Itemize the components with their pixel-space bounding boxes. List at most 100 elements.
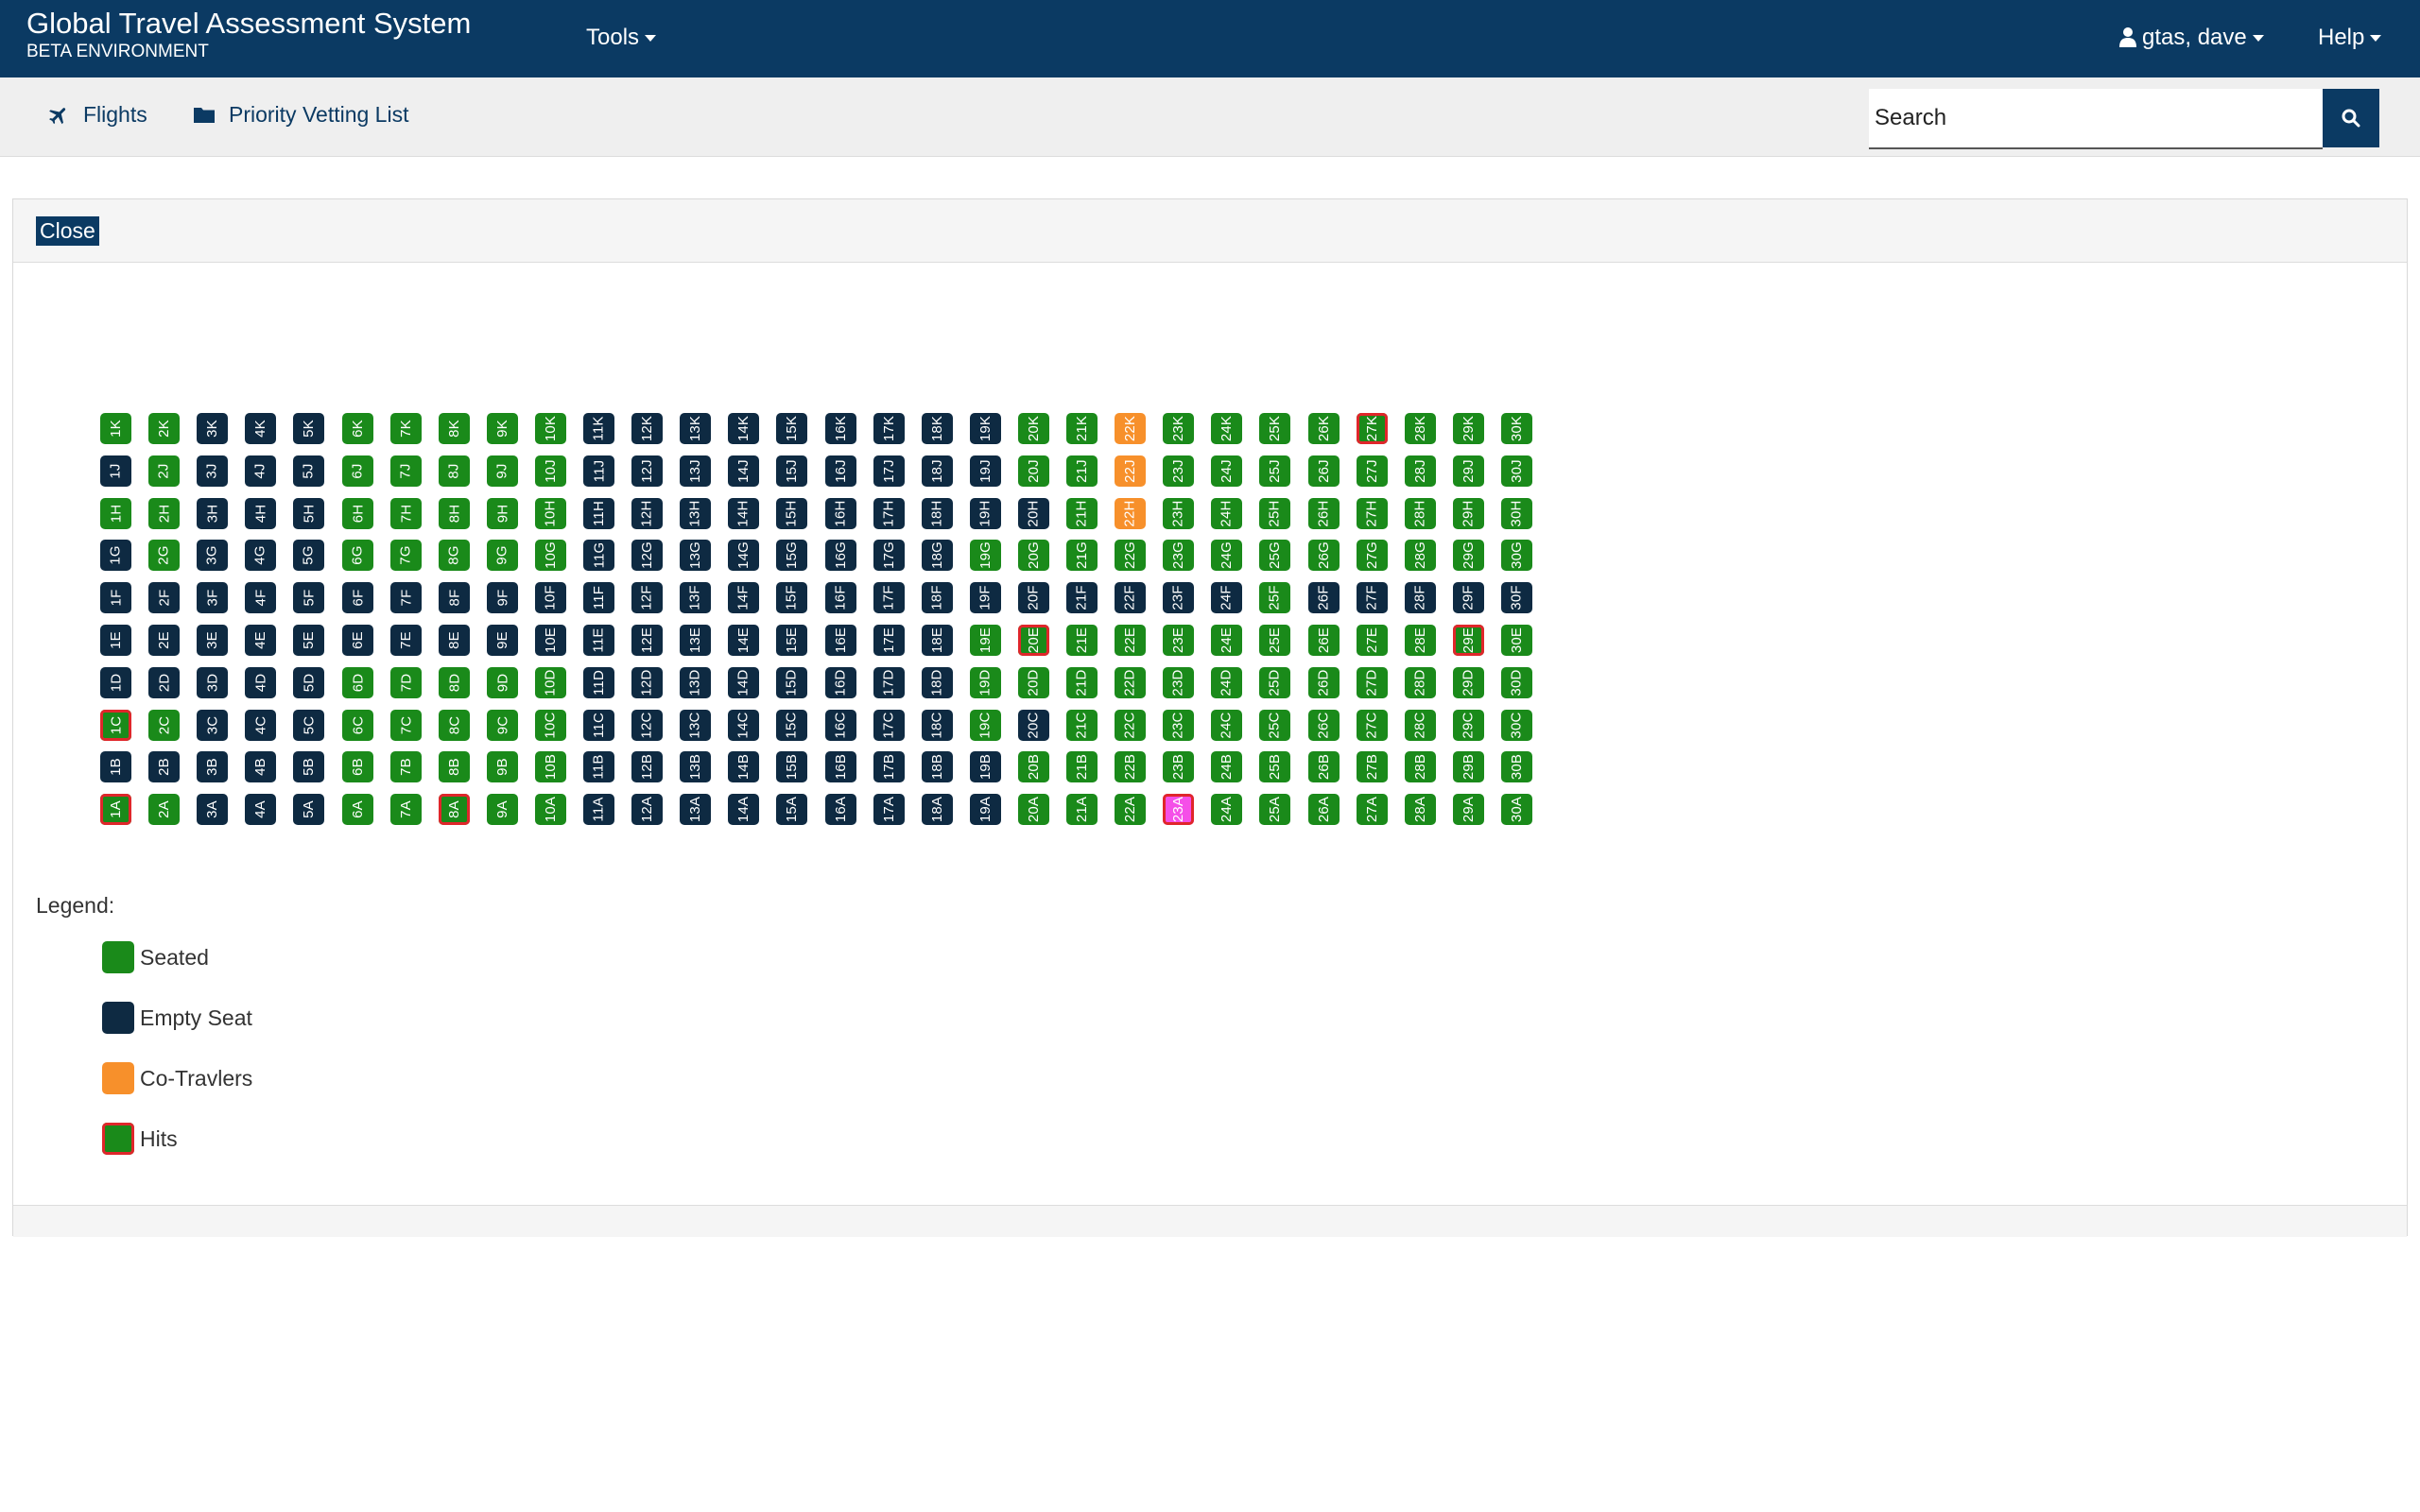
seat-24G[interactable]: 24G bbox=[1211, 540, 1242, 571]
search-input[interactable] bbox=[1869, 89, 2323, 149]
seat-2B[interactable]: 2B bbox=[148, 751, 180, 782]
seat-9K[interactable]: 9K bbox=[487, 413, 518, 444]
seat-11K[interactable]: 11K bbox=[583, 413, 614, 444]
seat-30K[interactable]: 30K bbox=[1501, 413, 1532, 444]
seat-12H[interactable]: 12H bbox=[631, 498, 663, 529]
seat-19G[interactable]: 19G bbox=[970, 540, 1001, 571]
seat-10J[interactable]: 10J bbox=[535, 455, 566, 487]
seat-29D[interactable]: 29D bbox=[1453, 667, 1484, 698]
seat-12J[interactable]: 12J bbox=[631, 455, 663, 487]
seat-16B[interactable]: 16B bbox=[825, 751, 856, 782]
seat-19C[interactable]: 19C bbox=[970, 710, 1001, 741]
seat-18C[interactable]: 18C bbox=[922, 710, 953, 741]
seat-4F[interactable]: 4F bbox=[245, 582, 276, 613]
seat-18F[interactable]: 18F bbox=[922, 582, 953, 613]
seat-5C[interactable]: 5C bbox=[293, 710, 324, 741]
seat-19F[interactable]: 19F bbox=[970, 582, 1001, 613]
seat-16D[interactable]: 16D bbox=[825, 667, 856, 698]
seat-1K[interactable]: 1K bbox=[100, 413, 131, 444]
seat-5H[interactable]: 5H bbox=[293, 498, 324, 529]
seat-21D[interactable]: 21D bbox=[1066, 667, 1098, 698]
seat-3C[interactable]: 3C bbox=[197, 710, 228, 741]
seat-29J[interactable]: 29J bbox=[1453, 455, 1484, 487]
seat-25B[interactable]: 25B bbox=[1259, 751, 1290, 782]
seat-19D[interactable]: 19D bbox=[970, 667, 1001, 698]
seat-27E[interactable]: 27E bbox=[1357, 625, 1388, 656]
seat-5E[interactable]: 5E bbox=[293, 625, 324, 656]
seat-8H[interactable]: 8H bbox=[439, 498, 470, 529]
seat-16G[interactable]: 16G bbox=[825, 540, 856, 571]
seat-8E[interactable]: 8E bbox=[439, 625, 470, 656]
seat-2F[interactable]: 2F bbox=[148, 582, 180, 613]
seat-25C[interactable]: 25C bbox=[1259, 710, 1290, 741]
seat-18K[interactable]: 18K bbox=[922, 413, 953, 444]
seat-24B[interactable]: 24B bbox=[1211, 751, 1242, 782]
seat-15D[interactable]: 15D bbox=[776, 667, 807, 698]
seat-28G[interactable]: 28G bbox=[1405, 540, 1436, 571]
seat-10K[interactable]: 10K bbox=[535, 413, 566, 444]
seat-17G[interactable]: 17G bbox=[873, 540, 905, 571]
seat-19H[interactable]: 19H bbox=[970, 498, 1001, 529]
seat-25J[interactable]: 25J bbox=[1259, 455, 1290, 487]
priority-vetting-link[interactable]: Priority Vetting List bbox=[193, 102, 408, 128]
seat-28B[interactable]: 28B bbox=[1405, 751, 1436, 782]
seat-13D[interactable]: 13D bbox=[680, 667, 711, 698]
seat-6H[interactable]: 6H bbox=[342, 498, 373, 529]
seat-18D[interactable]: 18D bbox=[922, 667, 953, 698]
seat-15F[interactable]: 15F bbox=[776, 582, 807, 613]
seat-25H[interactable]: 25H bbox=[1259, 498, 1290, 529]
seat-27G[interactable]: 27G bbox=[1357, 540, 1388, 571]
seat-11C[interactable]: 11C bbox=[583, 710, 614, 741]
seat-17F[interactable]: 17F bbox=[873, 582, 905, 613]
seat-12K[interactable]: 12K bbox=[631, 413, 663, 444]
seat-9D[interactable]: 9D bbox=[487, 667, 518, 698]
seat-5K[interactable]: 5K bbox=[293, 413, 324, 444]
seat-23E[interactable]: 23E bbox=[1163, 625, 1194, 656]
seat-4D[interactable]: 4D bbox=[245, 667, 276, 698]
seat-18A[interactable]: 18A bbox=[922, 794, 953, 825]
seat-12E[interactable]: 12E bbox=[631, 625, 663, 656]
seat-19A[interactable]: 19A bbox=[970, 794, 1001, 825]
seat-16A[interactable]: 16A bbox=[825, 794, 856, 825]
seat-10D[interactable]: 10D bbox=[535, 667, 566, 698]
seat-12G[interactable]: 12G bbox=[631, 540, 663, 571]
seat-21B[interactable]: 21B bbox=[1066, 751, 1098, 782]
seat-10E[interactable]: 10E bbox=[535, 625, 566, 656]
close-button[interactable]: Close bbox=[36, 216, 99, 246]
seat-20D[interactable]: 20D bbox=[1018, 667, 1049, 698]
seat-30C[interactable]: 30C bbox=[1501, 710, 1532, 741]
seat-12C[interactable]: 12C bbox=[631, 710, 663, 741]
seat-26K[interactable]: 26K bbox=[1308, 413, 1340, 444]
seat-13A[interactable]: 13A bbox=[680, 794, 711, 825]
seat-30F[interactable]: 30F bbox=[1501, 582, 1532, 613]
seat-2G[interactable]: 2G bbox=[148, 540, 180, 571]
seat-8A[interactable]: 8A bbox=[439, 794, 470, 825]
seat-22K[interactable]: 22K bbox=[1115, 413, 1146, 444]
seat-23K[interactable]: 23K bbox=[1163, 413, 1194, 444]
flights-link[interactable]: Flights bbox=[47, 102, 147, 128]
seat-3G[interactable]: 3G bbox=[197, 540, 228, 571]
seat-3J[interactable]: 3J bbox=[197, 455, 228, 487]
seat-15C[interactable]: 15C bbox=[776, 710, 807, 741]
seat-6C[interactable]: 6C bbox=[342, 710, 373, 741]
seat-30G[interactable]: 30G bbox=[1501, 540, 1532, 571]
seat-3E[interactable]: 3E bbox=[197, 625, 228, 656]
seat-10G[interactable]: 10G bbox=[535, 540, 566, 571]
seat-20E[interactable]: 20E bbox=[1018, 625, 1049, 656]
seat-21J[interactable]: 21J bbox=[1066, 455, 1098, 487]
seat-15A[interactable]: 15A bbox=[776, 794, 807, 825]
seat-5D[interactable]: 5D bbox=[293, 667, 324, 698]
seat-14H[interactable]: 14H bbox=[728, 498, 759, 529]
seat-27J[interactable]: 27J bbox=[1357, 455, 1388, 487]
seat-3F[interactable]: 3F bbox=[197, 582, 228, 613]
seat-9E[interactable]: 9E bbox=[487, 625, 518, 656]
seat-26F[interactable]: 26F bbox=[1308, 582, 1340, 613]
seat-17D[interactable]: 17D bbox=[873, 667, 905, 698]
seat-22C[interactable]: 22C bbox=[1115, 710, 1146, 741]
seat-30A[interactable]: 30A bbox=[1501, 794, 1532, 825]
seat-6G[interactable]: 6G bbox=[342, 540, 373, 571]
seat-22A[interactable]: 22A bbox=[1115, 794, 1146, 825]
seat-26J[interactable]: 26J bbox=[1308, 455, 1340, 487]
seat-13E[interactable]: 13E bbox=[680, 625, 711, 656]
seat-12F[interactable]: 12F bbox=[631, 582, 663, 613]
